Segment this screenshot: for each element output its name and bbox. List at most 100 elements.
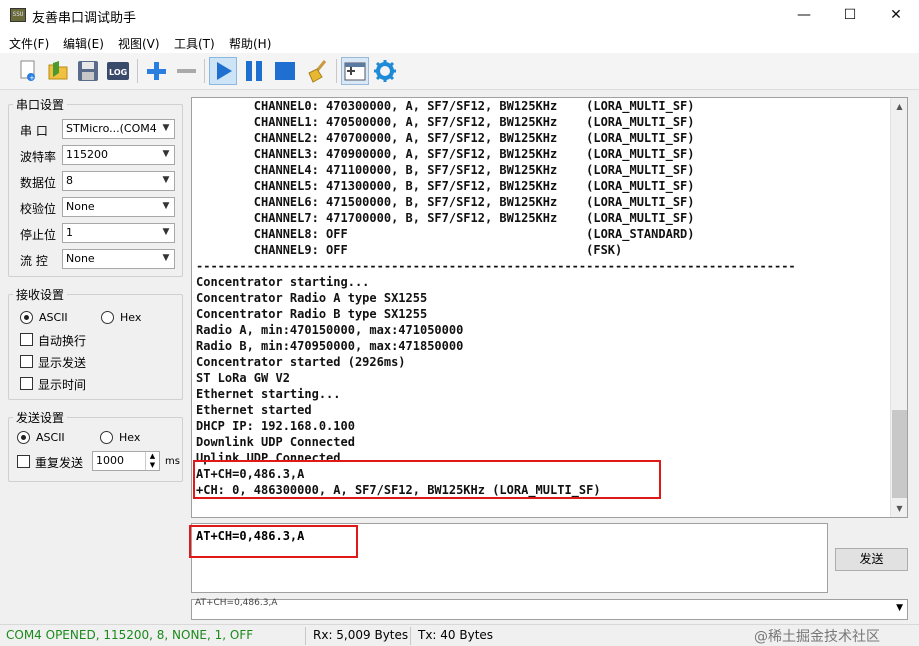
scroll-up-icon[interactable]: ▲ — [891, 98, 907, 115]
flow-select[interactable]: None ▼ — [62, 249, 175, 269]
spinner-arrows-icon[interactable]: ▲ ▼ — [145, 452, 159, 470]
show-send-checkbox[interactable] — [20, 355, 33, 368]
receive-line: CHANNEL4: 471100000, B, SF7/SF12, BW125K… — [196, 163, 695, 177]
receive-settings-title: 接收设置 — [16, 288, 65, 302]
receive-settings-group: 接收设置 — [8, 286, 183, 400]
svg-text:+: + — [29, 74, 35, 82]
receive-scrollbar[interactable]: ▲ ▼ — [890, 98, 907, 517]
maximize-button[interactable]: ☐ — [827, 0, 873, 31]
repeat-send-checkbox[interactable] — [17, 455, 30, 468]
stop-icon[interactable] — [271, 57, 299, 85]
databits-label: 数据位 — [20, 176, 57, 190]
highlight-box-response — [193, 460, 661, 499]
receive-log: CHANNEL0: 470300000, A, SF7/SF12, BW125K… — [196, 98, 796, 498]
status-bar: COM4 OPENED, 115200, 8, NONE, 1, OFF Rx:… — [0, 624, 919, 646]
toolbar-separator — [204, 59, 205, 83]
app-icon: SSU — [10, 8, 26, 22]
receive-line: Ethernet starting... — [196, 387, 341, 401]
receive-hex-radio[interactable] — [101, 311, 114, 324]
receive-line: ST LoRa GW V2 — [196, 371, 290, 385]
gear-icon[interactable] — [371, 57, 399, 85]
send-settings-title: 发送设置 — [16, 411, 65, 425]
receive-textarea[interactable]: CHANNEL0: 470300000, A, SF7/SF12, BW125K… — [191, 97, 908, 518]
show-time-label: 显示时间 — [38, 378, 87, 392]
send-hex-label: Hex — [119, 431, 141, 444]
send-button[interactable]: 发送 — [835, 548, 908, 571]
toolbar-separator — [336, 59, 337, 83]
tx-count: Tx: 40 Bytes — [418, 628, 494, 642]
status-separator — [305, 627, 306, 645]
minimize-button[interactable]: — — [781, 0, 827, 31]
chevron-down-icon: ▼ — [162, 253, 170, 263]
close-button[interactable]: ✕ — [873, 0, 919, 31]
plus-icon[interactable] — [142, 57, 170, 85]
receive-ascii-radio[interactable] — [20, 311, 33, 324]
receive-hex-label: Hex — [120, 311, 142, 324]
port-select[interactable]: STMicro...(COM4 ▼ — [62, 119, 175, 139]
menu-view[interactable]: 视图(V) — [118, 35, 160, 52]
chevron-down-icon: ▼ — [162, 175, 170, 185]
stopbits-select[interactable]: 1 ▼ — [62, 223, 175, 243]
databits-value: 8 — [66, 174, 73, 187]
history-select[interactable]: AT+CH=0,486.3,A ▼ — [191, 598, 908, 620]
send-ascii-radio[interactable] — [17, 431, 30, 444]
toolbar: + LOG — [0, 53, 919, 90]
menu-help[interactable]: 帮助(H) — [229, 35, 271, 52]
chevron-down-icon: ▼ — [162, 149, 170, 159]
open-icon[interactable] — [44, 57, 72, 85]
minus-icon[interactable] — [172, 57, 200, 85]
interval-spinner[interactable]: 1000 ▲ ▼ — [92, 451, 160, 471]
clear-broom-icon[interactable] — [303, 57, 331, 85]
serial-settings-title: 串口设置 — [16, 98, 65, 112]
receive-line: Concentrator Radio A type SX1255 — [196, 291, 428, 305]
menu-edit[interactable]: 编辑(E) — [63, 35, 104, 52]
receive-line: Radio B, min:470950000, max:471850000 — [196, 339, 464, 353]
receive-line: DHCP IP: 192.168.0.100 — [196, 419, 355, 433]
log-icon[interactable]: LOG — [104, 57, 132, 85]
svg-text:LOG: LOG — [109, 68, 127, 77]
scroll-down-icon[interactable]: ▼ — [891, 500, 907, 517]
receive-line: CHANNEL0: 470300000, A, SF7/SF12, BW125K… — [196, 99, 695, 113]
chevron-down-icon[interactable]: ▼ — [896, 603, 903, 613]
send-hex-radio[interactable] — [100, 431, 113, 444]
menu-tools[interactable]: 工具(T) — [174, 35, 215, 52]
receive-line: CHANNEL5: 471300000, B, SF7/SF12, BW125K… — [196, 179, 695, 193]
watermark: @稀土掘金技术社区 — [754, 629, 880, 645]
scroll-thumb[interactable] — [892, 410, 907, 498]
port-label: 串 口 — [20, 124, 48, 138]
chevron-down-icon: ▼ — [162, 201, 170, 211]
auto-wrap-checkbox[interactable] — [20, 333, 33, 346]
menu-bar: 文件(F) 编辑(E) 视图(V) 工具(T) 帮助(H) — [0, 31, 919, 53]
pause-icon[interactable] — [240, 57, 268, 85]
parity-label: 校验位 — [20, 202, 57, 216]
highlight-box-command — [189, 525, 358, 558]
send-settings-group: 发送设置 — [8, 409, 183, 482]
show-time-checkbox[interactable] — [20, 377, 33, 390]
databits-select[interactable]: 8 ▼ — [62, 171, 175, 191]
receive-line: CHANNEL9: OFF (FSK) — [196, 243, 623, 257]
baud-value: 115200 — [66, 148, 108, 161]
receive-line: CHANNEL2: 470700000, A, SF7/SF12, BW125K… — [196, 131, 695, 145]
add-window-icon[interactable] — [341, 57, 369, 85]
receive-ascii-label: ASCII — [39, 311, 68, 324]
baud-label: 波特率 — [20, 150, 57, 164]
save-icon[interactable] — [74, 57, 102, 85]
receive-line: ----------------------------------------… — [196, 259, 796, 273]
baud-select[interactable]: 115200 ▼ — [62, 145, 175, 165]
port-status: COM4 OPENED, 115200, 8, NONE, 1, OFF — [6, 628, 254, 642]
play-icon[interactable] — [209, 57, 237, 85]
stopbits-value: 1 — [66, 226, 73, 239]
rx-count: Rx: 5,009 Bytes — [313, 628, 409, 642]
receive-line: Concentrator Radio B type SX1255 — [196, 307, 428, 321]
receive-line: CHANNEL3: 470900000, A, SF7/SF12, BW125K… — [196, 147, 695, 161]
receive-line: Radio A, min:470150000, max:471050000 — [196, 323, 464, 337]
chevron-down-icon: ▼ — [162, 123, 170, 133]
menu-file[interactable]: 文件(F) — [9, 35, 49, 52]
receive-line: CHANNEL1: 470500000, A, SF7/SF12, BW125K… — [196, 115, 695, 129]
port-value: STMicro...(COM4 — [66, 122, 157, 135]
parity-select[interactable]: None ▼ — [62, 197, 175, 217]
toolbar-separator — [137, 59, 138, 83]
new-icon[interactable]: + — [14, 57, 42, 85]
receive-line: CHANNEL6: 471500000, B, SF7/SF12, BW125K… — [196, 195, 695, 209]
interval-unit: ms — [165, 456, 180, 467]
